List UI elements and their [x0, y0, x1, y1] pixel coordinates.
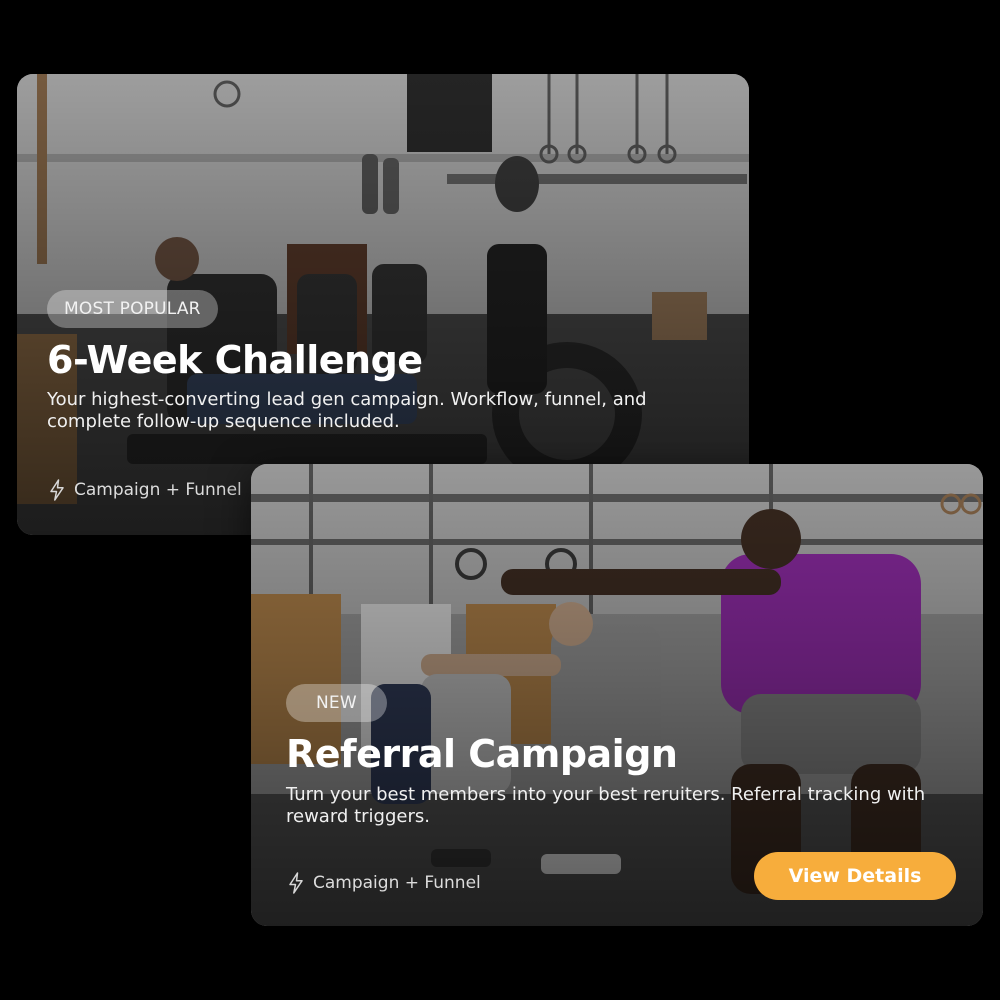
card-meta: Campaign + Funnel [287, 872, 481, 894]
new-badge: NEW [286, 684, 387, 722]
card-description: Turn your best members into your best re… [286, 784, 926, 827]
card-description: Your highest-converting lead gen campaig… [47, 389, 647, 432]
campaign-card-referral-campaign[interactable]: NEW Referral Campaign Turn your best mem… [251, 464, 983, 926]
card-meta-label: Campaign + Funnel [74, 480, 242, 500]
view-details-button[interactable]: View Details [754, 852, 956, 900]
lightning-bolt-icon [50, 479, 64, 501]
most-popular-badge: MOST POPULAR [47, 290, 218, 328]
card-meta: Campaign + Funnel [48, 479, 242, 501]
lightning-bolt-icon [289, 872, 303, 894]
card-title: Referral Campaign [286, 732, 678, 776]
card-meta-label: Campaign + Funnel [313, 873, 481, 893]
card-title: 6-Week Challenge [47, 338, 423, 382]
